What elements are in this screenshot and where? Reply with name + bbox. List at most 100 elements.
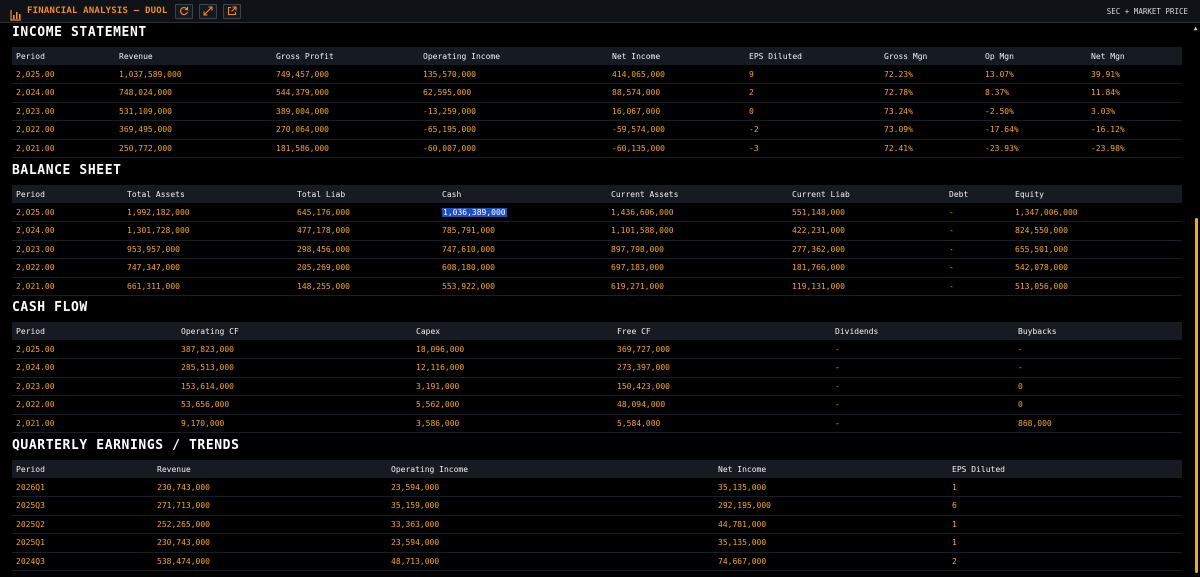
table-cell[interactable]: 2,023.00 — [12, 377, 177, 396]
table-cell[interactable]: 205,269,000 — [293, 258, 438, 278]
table-cell[interactable]: -2 — [745, 120, 880, 140]
table-cell[interactable]: - — [831, 414, 1014, 433]
table-cell[interactable]: - — [945, 221, 1011, 241]
table-cell[interactable]: 824,550,000 — [1011, 221, 1182, 241]
table-cell[interactable]: 285,513,000 — [177, 358, 412, 378]
table-cell[interactable]: - — [831, 395, 1014, 415]
table-cell[interactable]: 33,363,000 — [387, 515, 714, 534]
table-cell[interactable]: 74,667,000 — [714, 552, 948, 571]
table-cell[interactable]: 298,456,000 — [293, 240, 438, 259]
table-cell[interactable]: 0 — [745, 102, 880, 121]
table-cell[interactable]: 2,021.00 — [12, 414, 177, 433]
column-header[interactable]: Total Liab — [293, 185, 438, 203]
table-cell[interactable]: 2025Q3 — [12, 496, 153, 516]
table-cell[interactable]: 369,495,000 — [115, 120, 272, 140]
table-cell[interactable]: 1 — [948, 533, 1182, 553]
table-cell[interactable]: 3.03% — [1087, 102, 1182, 121]
table-cell[interactable]: 544,379,000 — [272, 83, 419, 103]
table-cell[interactable]: 2,025.00 — [12, 340, 177, 359]
table-cell[interactable]: 12,116,000 — [412, 358, 613, 378]
table-cell[interactable]: 553,922,000 — [438, 277, 607, 296]
table-cell[interactable]: 53,656,000 — [177, 395, 412, 415]
table-cell[interactable]: 3,191,000 — [412, 377, 613, 396]
table-cell[interactable]: 73.09% — [880, 120, 981, 140]
table-cell[interactable]: 2025Q2 — [12, 515, 153, 534]
column-header[interactable]: Total Assets — [123, 185, 293, 203]
table-cell[interactable]: 23,594,000 — [387, 533, 714, 553]
table-cell[interactable]: - — [831, 377, 1014, 396]
table-cell[interactable]: 230,743,000 — [153, 533, 387, 553]
table-cell[interactable]: 387,823,000 — [177, 340, 412, 359]
table-cell[interactable]: 72.41% — [880, 139, 981, 158]
table-cell[interactable]: 11.84% — [1087, 83, 1182, 103]
table-cell[interactable]: -17.64% — [981, 120, 1087, 140]
table-cell[interactable]: -59,574,000 — [608, 120, 745, 140]
table-cell[interactable]: 551,148,000 — [788, 203, 945, 222]
table-cell[interactable]: 0 — [1014, 377, 1182, 396]
table-cell[interactable]: 48,713,000 — [387, 552, 714, 571]
table-cell[interactable]: 35,135,000 — [714, 478, 948, 497]
table-cell[interactable]: 785,791,000 — [438, 221, 607, 241]
column-header[interactable]: Debt — [945, 185, 1011, 203]
table-cell[interactable]: 749,457,000 — [272, 65, 419, 84]
table-cell[interactable]: 538,474,000 — [153, 552, 387, 571]
column-header[interactable]: Revenue — [115, 47, 272, 65]
column-header[interactable]: Net Income — [714, 460, 948, 478]
column-header[interactable]: Cash — [438, 185, 607, 203]
table-cell[interactable]: 8.37% — [981, 83, 1087, 103]
column-header[interactable]: Gross Mgn — [880, 47, 981, 65]
table-cell[interactable]: - — [945, 277, 1011, 296]
table-cell[interactable]: 2,023.00 — [12, 240, 123, 259]
table-cell[interactable]: 2 — [948, 552, 1182, 571]
column-header[interactable]: Gross Profit — [272, 47, 419, 65]
table-cell[interactable]: 2,025.00 — [12, 65, 115, 84]
table-cell[interactable]: 153,614,000 — [177, 377, 412, 396]
table-cell[interactable]: 270,064,000 — [272, 120, 419, 140]
column-header[interactable]: Revenue — [153, 460, 387, 478]
table-cell[interactable]: 513,056,000 — [1011, 277, 1182, 296]
column-header[interactable]: EPS Diluted — [745, 47, 880, 65]
popout-button[interactable] — [223, 3, 242, 19]
column-header[interactable]: Operating Income — [419, 47, 608, 65]
column-header[interactable]: Op Mgn — [981, 47, 1087, 65]
table-cell[interactable]: -23.98% — [1087, 139, 1182, 158]
table-cell[interactable]: 661,311,000 — [123, 277, 293, 296]
refresh-button[interactable] — [175, 3, 194, 19]
table-cell[interactable]: 2024Q3 — [12, 552, 153, 571]
table-cell[interactable]: 1,101,588,000 — [607, 221, 788, 241]
table-cell[interactable]: -3 — [745, 139, 880, 158]
table-cell[interactable]: 9,170,000 — [177, 414, 412, 433]
table-cell[interactable]: 1,992,182,000 — [123, 203, 293, 222]
table-cell[interactable]: 2025Q1 — [12, 533, 153, 553]
table-cell[interactable]: 1,301,728,000 — [123, 221, 293, 241]
table-cell[interactable]: -2.50% — [981, 102, 1087, 121]
column-header[interactable]: Capex — [412, 322, 613, 340]
table-cell[interactable]: 747,610,000 — [438, 240, 607, 259]
column-header[interactable]: Operating CF — [177, 322, 412, 340]
table-cell[interactable]: 2,024.00 — [12, 221, 123, 241]
table-cell[interactable]: -16.12% — [1087, 120, 1182, 140]
table-cell[interactable]: 39.91% — [1087, 65, 1182, 84]
table-cell[interactable]: 88,574,000 — [608, 83, 745, 103]
table-cell[interactable]: 23,594,000 — [387, 478, 714, 497]
column-header[interactable]: EPS Diluted — [948, 460, 1182, 478]
table-cell[interactable]: 531,109,000 — [115, 102, 272, 121]
table-cell[interactable]: 62,595,000 — [419, 83, 608, 103]
table-cell[interactable]: -60,135,000 — [608, 139, 745, 158]
table-cell[interactable]: 2,022.00 — [12, 120, 115, 140]
column-header[interactable]: Current Liab — [788, 185, 945, 203]
column-header[interactable]: Period — [12, 460, 153, 478]
table-cell[interactable]: -60,007,000 — [419, 139, 608, 158]
table-cell[interactable]: 1,436,606,000 — [607, 203, 788, 222]
table-cell[interactable]: 73.24% — [880, 102, 981, 121]
column-header[interactable]: Period — [12, 47, 115, 65]
table-cell[interactable]: 369,727,000 — [613, 340, 831, 359]
table-cell[interactable]: - — [831, 358, 1014, 378]
column-header[interactable]: Free CF — [613, 322, 831, 340]
column-header[interactable]: Dividends — [831, 322, 1014, 340]
table-cell[interactable]: 619,271,000 — [607, 277, 788, 296]
table-cell[interactable]: - — [1014, 358, 1182, 378]
column-header[interactable]: Period — [12, 185, 123, 203]
scroll-up-arrow-icon[interactable]: ▲ — [1192, 25, 1199, 32]
table-cell[interactable]: 181,586,000 — [272, 139, 419, 158]
